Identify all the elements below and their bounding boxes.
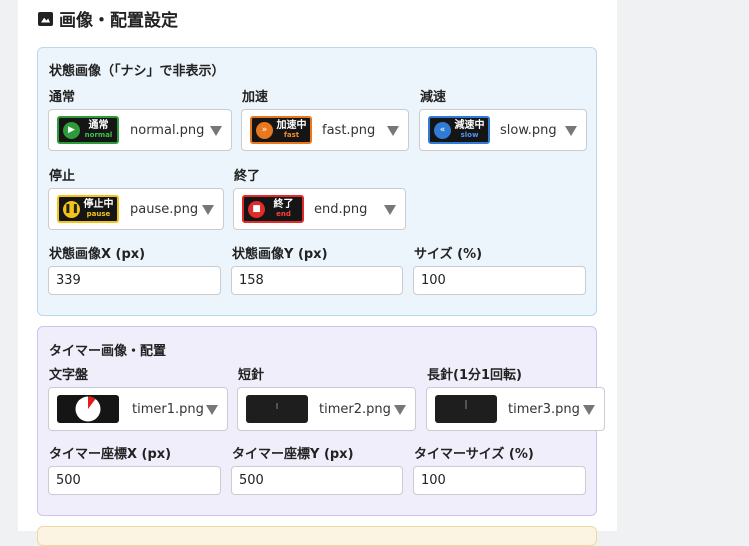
pause-icon: ❚❚ — [63, 200, 80, 218]
label-normal: 通常 — [49, 90, 76, 105]
fast-forward-icon: » — [256, 121, 273, 139]
thumb-subtext: end — [276, 210, 291, 218]
timer-image-section: タイマー画像・配置 文字盤 短針 長針(1分1回転) timer1.png ti… — [37, 326, 605, 516]
label-timer-y: タイマー座標Y (px) — [232, 447, 354, 462]
minute-hand-image-select[interactable]: timer3.png — [426, 387, 605, 431]
label-dial: 文字盤 — [49, 368, 89, 383]
hour-hand-filename: timer2.png — [319, 402, 391, 417]
normal-image-select[interactable]: ▶ 通常 normal normal.png — [48, 109, 232, 151]
thumb-subtext: slow — [460, 131, 479, 139]
pause-image-select[interactable]: ❚❚ 停止中 pause pause.png — [48, 188, 224, 230]
slow-filename: slow.png — [500, 123, 557, 138]
label-status-x: 状態画像X (px) — [49, 247, 146, 262]
status-y-input[interactable]: 158 — [231, 266, 403, 295]
thumb-text: 終了 — [273, 199, 294, 210]
pause-thumbnail: ❚❚ 停止中 pause — [57, 195, 119, 223]
label-hour-hand: 短針 — [238, 368, 265, 383]
minute-hand-thumbnail — [435, 395, 497, 423]
thumb-subtext: normal — [84, 131, 113, 139]
slow-image-select[interactable]: « 減速中 slow slow.png — [419, 109, 587, 151]
timer-y-input[interactable]: 500 — [231, 466, 403, 495]
stop-icon: ■ — [248, 200, 265, 218]
thumb-text: 加速中 — [276, 120, 307, 131]
chevron-down-icon — [202, 205, 214, 215]
image-icon — [38, 11, 53, 26]
clock-dial-icon — [75, 396, 101, 422]
section-title: タイマー画像・配置 — [49, 344, 167, 359]
thumb-text: 減速中 — [454, 120, 485, 131]
label-minute-hand: 長針(1分1回転) — [427, 368, 522, 383]
label-timer-size: タイマーサイズ (%) — [414, 447, 534, 462]
label-timer-x: タイマー座標X (px) — [49, 447, 172, 462]
page-background — [617, 0, 749, 531]
chevron-down-icon — [387, 126, 399, 136]
minute-hand-icon — [465, 400, 467, 409]
chevron-down-icon — [565, 126, 577, 136]
thumb-subtext: pause — [86, 210, 111, 218]
label-slow: 減速 — [420, 90, 447, 105]
fast-image-select[interactable]: » 加速中 fast fast.png — [241, 109, 409, 151]
end-filename: end.png — [314, 202, 368, 217]
normal-filename: normal.png — [130, 123, 205, 138]
thumb-subtext: fast — [283, 131, 300, 139]
dial-thumbnail — [57, 395, 119, 423]
hour-hand-image-select[interactable]: timer2.png — [237, 387, 416, 431]
timer-x-input[interactable]: 500 — [48, 466, 221, 495]
chevron-down-icon — [384, 205, 396, 215]
play-icon: ▶ — [63, 121, 80, 139]
section-title: 状態画像（「ナシ」で非表示） — [49, 64, 225, 79]
label-status-size: サイズ (%) — [414, 247, 483, 262]
fast-filename: fast.png — [322, 123, 376, 138]
dial-image-select[interactable]: timer1.png — [48, 387, 228, 431]
status-image-section: 状態画像（「ナシ」で非表示） 通常 加速 減速 ▶ 通常 normal norma… — [37, 47, 597, 316]
end-image-select[interactable]: ■ 終了 end end.png — [233, 188, 406, 230]
normal-thumbnail: ▶ 通常 normal — [57, 116, 119, 144]
label-pause: 停止 — [49, 169, 76, 184]
dial-filename: timer1.png — [132, 402, 204, 417]
next-section — [37, 526, 597, 546]
timer-size-input[interactable]: 100 — [413, 466, 586, 495]
pause-filename: pause.png — [130, 202, 199, 217]
hour-hand-thumbnail — [246, 395, 308, 423]
chevron-down-icon — [206, 405, 218, 415]
chevron-down-icon — [210, 126, 222, 136]
slow-thumbnail: « 減速中 slow — [428, 116, 490, 144]
page-title-text: 画像・配置設定 — [59, 11, 178, 31]
hour-hand-icon — [276, 403, 278, 409]
label-fast: 加速 — [242, 90, 269, 105]
thumb-text: 通常 — [88, 120, 109, 131]
label-end: 終了 — [234, 169, 261, 184]
fast-thumbnail: » 加速中 fast — [250, 116, 312, 144]
status-size-input[interactable]: 100 — [413, 266, 586, 295]
label-status-y: 状態画像Y (px) — [232, 247, 328, 262]
chevron-down-icon — [583, 405, 595, 415]
page-title: 画像・配置設定 — [38, 6, 178, 31]
status-x-input[interactable]: 339 — [48, 266, 221, 295]
end-thumbnail: ■ 終了 end — [242, 195, 304, 223]
rewind-icon: « — [434, 121, 451, 139]
thumb-text: 停止中 — [83, 199, 114, 210]
chevron-down-icon — [394, 405, 406, 415]
minute-hand-filename: timer3.png — [508, 402, 580, 417]
